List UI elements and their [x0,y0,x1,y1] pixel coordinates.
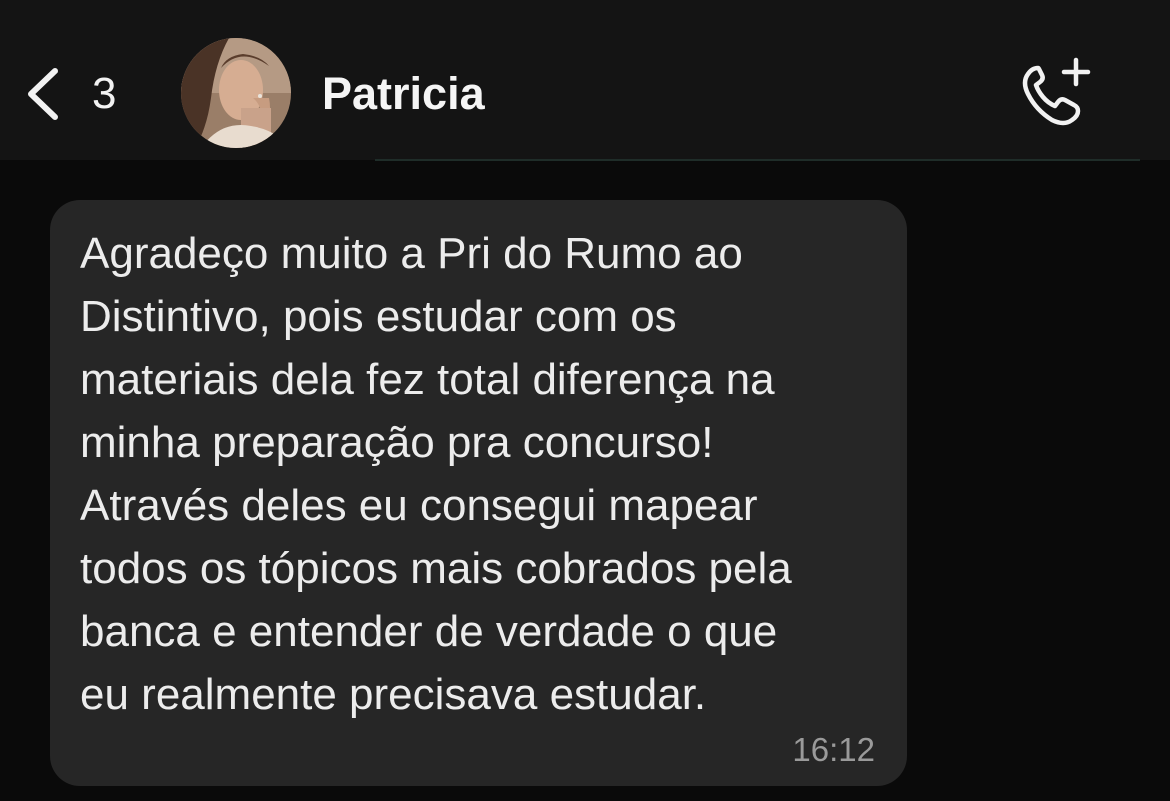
message-text: Agradeço muito a Pri do Rumo ao Distinti… [80,229,792,719]
chat-header: 3 Patricia [0,0,1170,160]
add-call-button[interactable] [1018,56,1094,132]
contact-name[interactable]: Patricia [322,66,485,122]
back-button[interactable]: 3 [22,58,116,130]
avatar-photo [181,38,291,148]
header-divider [375,159,1140,161]
message-bubble[interactable]: Agradeço muito a Pri do Rumo ao Distinti… [50,200,907,786]
avatar[interactable] [181,38,291,148]
message-time: 16:12 [792,731,875,768]
chat-screen: 3 Patricia Agradeço muito a Pri do Rumo … [0,0,1170,801]
phone-plus-icon [1022,57,1091,126]
unread-count: 3 [92,69,117,118]
chevron-left-icon [28,68,58,120]
